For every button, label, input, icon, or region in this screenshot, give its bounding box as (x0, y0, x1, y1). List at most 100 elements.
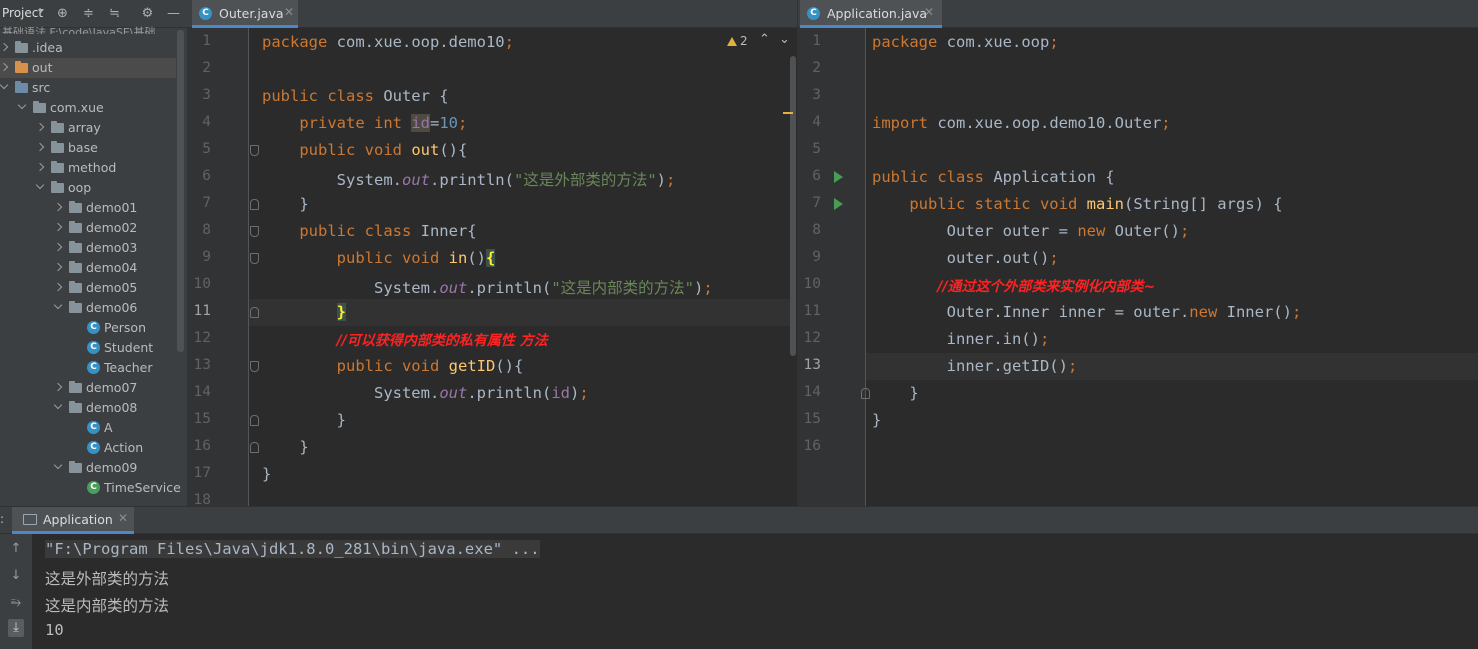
chevron-right-icon[interactable] (53, 242, 63, 252)
close-icon[interactable]: ✕ (284, 5, 294, 19)
code-line[interactable]: private int id=10; (262, 114, 467, 132)
code-line[interactable]: Outer.Inner inner = outer.new Inner(); (872, 303, 1302, 321)
chevron-down-icon[interactable] (53, 300, 63, 310)
code-line[interactable]: } (262, 465, 271, 483)
gear-icon[interactable]: ⚙ (140, 6, 155, 21)
code-line[interactable]: public static void main(String[] args) { (872, 195, 1282, 213)
code-line[interactable]: } (262, 411, 346, 429)
chevron-down-icon[interactable] (0, 80, 9, 90)
project-root-label[interactable]: 基础语法 F:\code\JavaSE\基础 (2, 24, 156, 34)
tree-item[interactable]: C Action (0, 438, 176, 458)
tree-item[interactable]: demo02 (0, 218, 176, 238)
code-line[interactable]: System.out.println(id); (262, 384, 589, 402)
chevron-right-icon[interactable] (53, 262, 63, 272)
tree-item[interactable]: C Student (0, 338, 176, 358)
tree-item[interactable]: array (0, 118, 176, 138)
fold-marker-icon[interactable] (250, 253, 259, 264)
code-line[interactable]: package com.xue.oop; (872, 33, 1059, 51)
chevron-right-icon[interactable] (53, 222, 63, 232)
tree-item[interactable]: demo03 (0, 238, 176, 258)
fold-marker-icon[interactable] (250, 307, 259, 318)
code-line[interactable]: package com.xue.oop.demo10; (262, 33, 514, 51)
tree-item[interactable]: com.xue (0, 98, 176, 118)
tab-outer-java[interactable]: C Outer.java ✕ (192, 0, 298, 28)
chevron-right-icon[interactable] (0, 62, 9, 72)
code-line[interactable]: outer.out(); (872, 249, 1059, 267)
collapse-all-icon[interactable]: ≒ (107, 6, 122, 21)
code-line[interactable]: public class Outer { (262, 87, 449, 105)
tree-item[interactable]: demo06 (0, 298, 176, 318)
left-editor-scrollbar[interactable] (790, 56, 796, 356)
next-highlight-icon[interactable]: ⌄ (779, 32, 790, 47)
tree-item[interactable]: base (0, 138, 176, 158)
code-line[interactable]: System.out.println("这是外部类的方法"); (262, 168, 676, 190)
hide-icon[interactable]: — (166, 6, 181, 21)
close-icon[interactable]: ✕ (118, 511, 128, 525)
fold-marker-icon[interactable] (861, 388, 870, 399)
chevron-right-icon[interactable] (35, 142, 45, 152)
code-line[interactable]: public void getID(){ (262, 357, 524, 375)
left-editor[interactable]: 1 2 3 4 5 6 7 8 9 10 11 12 13 14 15 16 17 18 2 ⌃ ⌄ packag… (187, 28, 797, 506)
expand-all-icon[interactable]: ≑ (81, 6, 96, 21)
prev-highlight-icon[interactable]: ⌃ (759, 32, 770, 47)
code-line[interactable]: import com.xue.oop.demo10.Outer; (872, 114, 1171, 132)
project-scrollbar[interactable] (177, 30, 184, 352)
code-line[interactable]: public class Application { (872, 168, 1115, 186)
code-line[interactable]: } (262, 195, 308, 213)
code-line[interactable]: } (262, 303, 346, 321)
tree-item[interactable]: demo08 (0, 398, 176, 418)
inspection-widget[interactable]: 2 (727, 34, 748, 48)
tree-item[interactable]: demo05 (0, 278, 176, 298)
code-line[interactable]: inner.getID(); (872, 357, 1078, 375)
right-editor[interactable]: 1 2 3 4 5 6 7 8 9 10 11 12 13 14 15 16 package com.xue.… (798, 28, 1478, 506)
fold-marker-icon[interactable] (250, 415, 259, 426)
chevron-right-icon[interactable] (53, 282, 63, 292)
code-line[interactable]: Outer outer = new Outer(); (872, 222, 1190, 240)
fold-marker-icon[interactable] (250, 226, 259, 237)
chevron-right-icon[interactable] (35, 162, 45, 172)
tree-item[interactable]: demo01 (0, 198, 176, 218)
code-line[interactable]: //通过这个外部类来实例化内部类~ (872, 276, 1155, 296)
chevron-right-icon[interactable] (53, 202, 63, 212)
tree-item[interactable]: demo04 (0, 258, 176, 278)
chevron-down-icon[interactable] (35, 180, 45, 190)
fold-marker-icon[interactable] (250, 361, 259, 372)
code-line[interactable]: inner.in(); (872, 330, 1050, 348)
code-line[interactable]: } (872, 384, 918, 402)
tree-item[interactable]: method (0, 158, 176, 178)
console-output[interactable]: "F:\Program Files\Java\jdk1.8.0_281\bin\… (0, 534, 1478, 649)
chevron-down-icon[interactable] (53, 460, 63, 470)
tree-item[interactable]: C TimeService (0, 478, 181, 498)
fold-marker-icon[interactable] (250, 199, 259, 210)
code-line[interactable]: public void out(){ (262, 141, 467, 159)
tree-item[interactable]: out (0, 58, 176, 78)
tree-item[interactable]: demo07 (0, 378, 176, 398)
code-line[interactable]: public class Inner{ (262, 222, 476, 240)
warning-stripe-marker[interactable] (783, 112, 793, 114)
code-line[interactable]: } (872, 411, 881, 429)
project-title[interactable]: Project (2, 6, 43, 20)
tree-item[interactable]: src (0, 78, 176, 98)
chevron-right-icon[interactable] (35, 122, 45, 132)
code-line[interactable]: public void in(){ (262, 249, 496, 267)
chevron-down-icon[interactable] (53, 400, 63, 410)
tab-application-java[interactable]: C Application.java ✕ (800, 0, 942, 28)
run-gutter-icon[interactable] (834, 171, 843, 183)
tree-item[interactable]: .idea (0, 38, 176, 58)
tree-item[interactable]: C Person (0, 318, 176, 338)
tree-item[interactable]: oop (0, 178, 176, 198)
project-dropdown-icon[interactable] (38, 9, 44, 13)
chevron-right-icon[interactable] (53, 382, 63, 392)
code-line[interactable]: //可以获得内部类的私有属性 方法 (262, 330, 548, 350)
fold-marker-icon[interactable] (250, 442, 259, 453)
tree-item[interactable]: C Teacher (0, 358, 176, 378)
locate-icon[interactable]: ⊕ (55, 6, 70, 21)
tree-item[interactable]: demo09 (0, 458, 176, 478)
code-line[interactable]: } (262, 438, 308, 456)
code-line[interactable]: System.out.println("这是内部类的方法"); (262, 276, 713, 298)
run-gutter-icon[interactable] (834, 198, 843, 210)
fold-marker-icon[interactable] (250, 145, 259, 156)
close-icon[interactable]: ✕ (924, 5, 934, 19)
tree-item[interactable]: CA (0, 418, 176, 438)
chevron-down-icon[interactable] (17, 100, 27, 110)
